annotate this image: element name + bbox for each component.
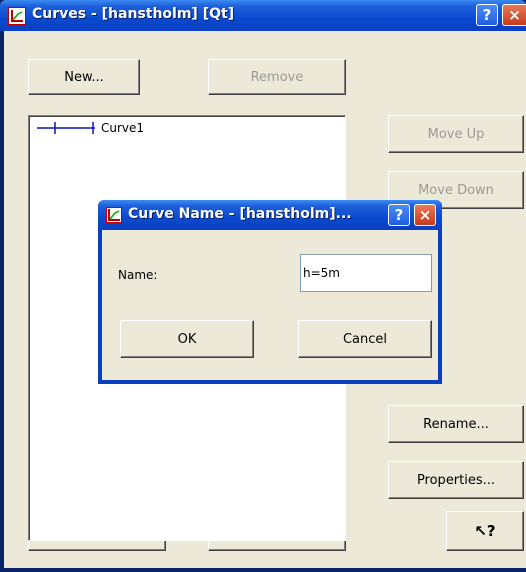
dialog-title: Curve Name - [hanstholm]... (128, 206, 352, 222)
remove-button[interactable]: Remove (208, 59, 346, 95)
help-button[interactable]: ? (476, 4, 498, 26)
dialog-help-button[interactable]: ? (388, 204, 410, 226)
dialog-cancel-button[interactable]: Cancel (298, 320, 432, 358)
chart-icon (106, 207, 122, 223)
dialog-title-bar[interactable]: Curve Name - [hanstholm]... ? × (98, 200, 442, 230)
move-up-button[interactable]: Move Up (388, 115, 524, 153)
properties-button[interactable]: Properties... (388, 461, 524, 499)
dialog-close-button[interactable]: × (414, 204, 436, 226)
window-title: Curves - [hanstholm] [Qt] (32, 6, 235, 22)
list-item[interactable]: Curve1 (33, 120, 341, 137)
dialog-client-area: Name: OK Cancel (102, 230, 438, 380)
new-button[interactable]: New... (28, 59, 140, 95)
dialog-ok-button[interactable]: OK (120, 320, 254, 358)
name-label: Name: (118, 268, 158, 282)
context-help-button[interactable]: ↖? (446, 511, 524, 551)
chart-icon (8, 7, 26, 25)
curve-label: Curve1 (101, 121, 145, 135)
name-input[interactable] (300, 254, 432, 292)
close-button[interactable]: × (502, 4, 526, 26)
rename-button[interactable]: Rename... (388, 405, 524, 443)
curves-title-bar[interactable]: Curves - [hanstholm] [Qt] ? × (0, 0, 526, 31)
curve-line-icon (33, 120, 99, 137)
curve-name-dialog: Curve Name - [hanstholm]... ? × Name: OK… (98, 200, 442, 384)
